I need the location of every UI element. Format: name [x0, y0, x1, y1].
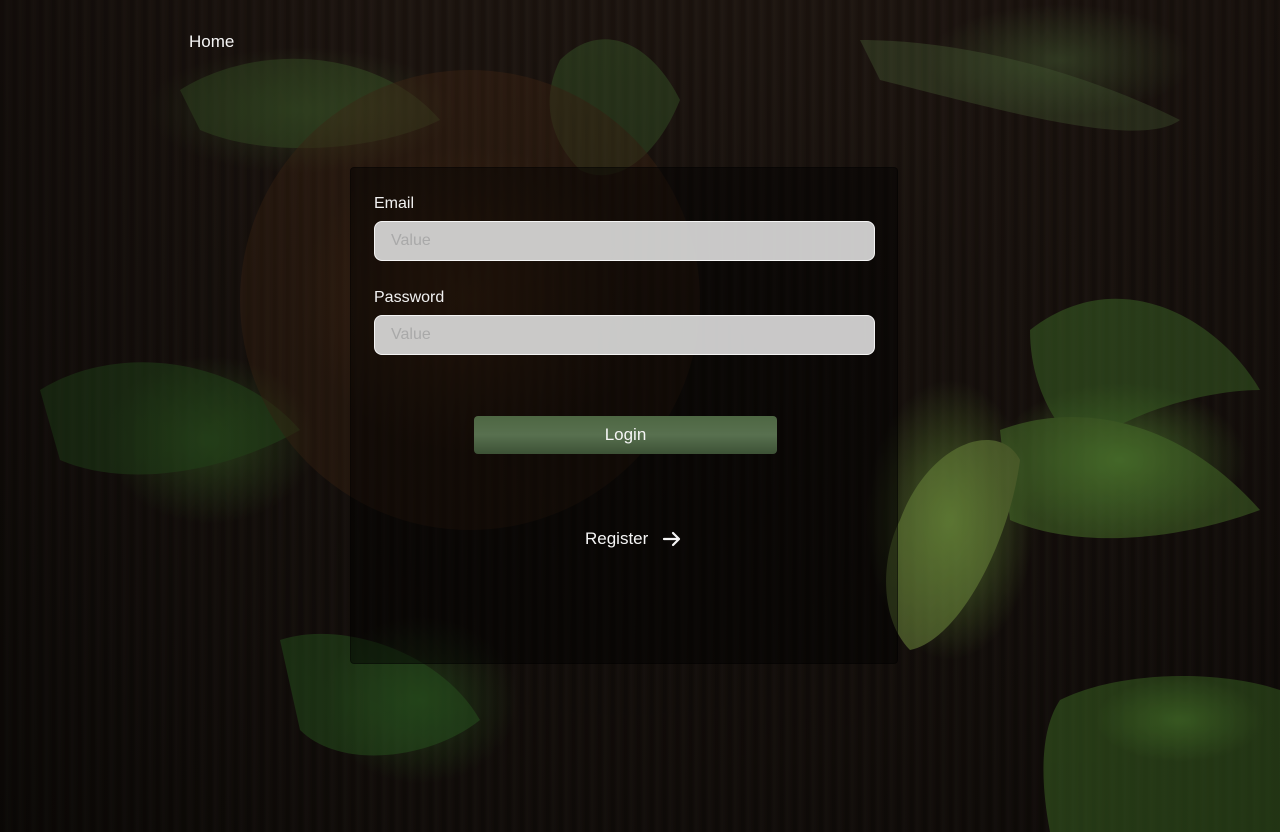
password-label: Password — [374, 289, 445, 306]
register-link[interactable]: Register — [585, 529, 682, 549]
email-label: Email — [374, 195, 415, 212]
login-button-label: Login — [604, 425, 647, 444]
arrow-right-icon — [663, 531, 681, 547]
home-link[interactable]: Home — [189, 32, 234, 52]
register-label: Register — [585, 529, 649, 548]
login-card: Email Password Login Register — [350, 167, 898, 664]
password-field[interactable] — [374, 315, 875, 355]
email-field[interactable] — [374, 221, 875, 261]
login-button[interactable]: Login — [474, 416, 777, 454]
